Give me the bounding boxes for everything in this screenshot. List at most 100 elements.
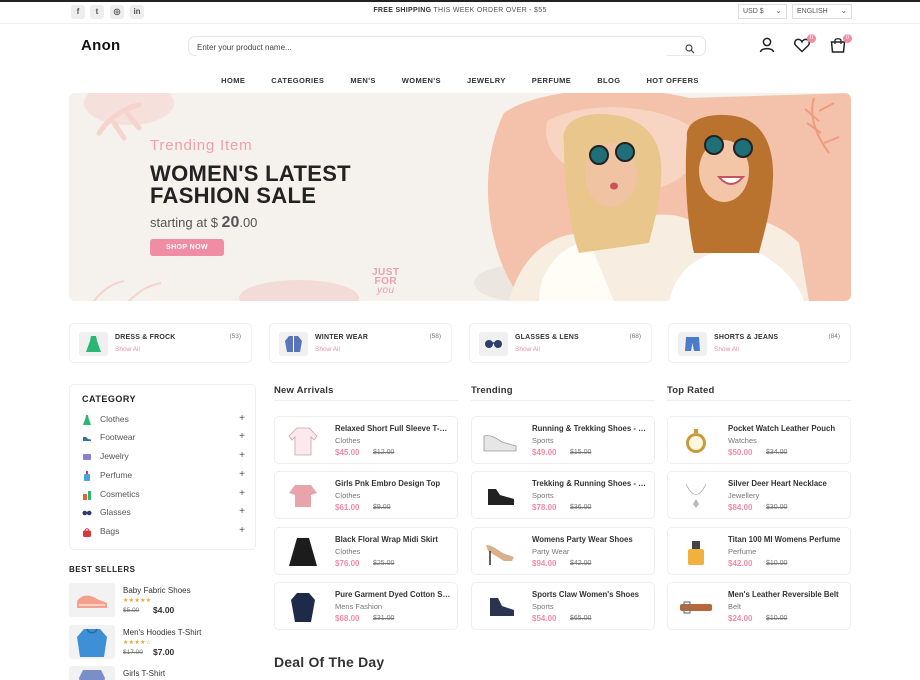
nav-home[interactable]: HOME (221, 76, 245, 85)
product-card[interactable]: Sports Claw Women's Shoes Sports $54.00 … (471, 582, 655, 630)
nav-womens[interactable]: WOMEN'S (402, 76, 441, 85)
product-image (688, 541, 704, 565)
search-icon[interactable] (685, 41, 695, 59)
sidebar-title: CATEGORY (82, 394, 137, 404)
product-image (288, 427, 318, 456)
sidebar-item-clothes[interactable]: Clothes + (82, 413, 245, 426)
product-card[interactable]: Silver Deer Heart Necklace Jewellery $84… (667, 471, 851, 519)
nav-categories[interactable]: CATEGORIES (271, 76, 324, 85)
logo[interactable]: Anon (81, 37, 121, 54)
sidebar-item-glasses[interactable]: Glasses + (82, 506, 245, 519)
main-nav: HOME CATEGORIES MEN'S WOMEN'S JEWELRY PE… (0, 76, 920, 85)
glasses-icon (479, 332, 508, 356)
product-card[interactable]: Pocket Watch Leather Pouch Watches $50.0… (667, 416, 851, 464)
category-title: GLASSES & LENS (515, 334, 579, 341)
nav-perfume[interactable]: PERFUME (532, 76, 571, 85)
sidebar-item-bags[interactable]: Bags + (82, 525, 245, 538)
category-count: (68) (629, 333, 641, 340)
best-sellers-title: BEST SELLERS (69, 565, 136, 574)
glasses-icon (82, 510, 92, 516)
coat-icon (279, 332, 308, 356)
product-image (289, 485, 317, 507)
new-arrivals-title: New Arrivals (274, 385, 334, 396)
sidebar-item-jewelry[interactable]: Jewelry + (82, 450, 245, 463)
search-bar (188, 36, 706, 56)
product-image (488, 489, 514, 505)
cart-count-badge: 0 (843, 34, 852, 43)
product-image (483, 435, 517, 452)
category-count: (58) (429, 333, 441, 340)
show-all-link[interactable]: Show All (515, 346, 540, 353)
just-for-you-stamp: JUST FOR you (372, 267, 400, 296)
product-image (69, 666, 115, 680)
nav-hot-offers[interactable]: HOT OFFERS (646, 76, 698, 85)
hero-price: starting at $ 20.00 (150, 214, 258, 231)
plus-icon[interactable]: + (239, 469, 245, 480)
sidebar-item-perfume[interactable]: Perfume + (82, 469, 245, 482)
top-rated-title: Top Rated (667, 385, 715, 396)
shorts-icon (678, 332, 707, 356)
product-card[interactable]: Relaxed Short Full Sleeve T-Shirt Clothe… (274, 416, 458, 464)
sidebar-item-cosmetics[interactable]: Cosmetics + (82, 488, 245, 501)
language-select[interactable]: ENGLISH ⌄ (792, 4, 852, 19)
product-card[interactable]: Men's Leather Reversible Belt Belt $24.0… (667, 582, 851, 630)
nav-jewelry[interactable]: JEWELRY (467, 76, 506, 85)
cart-button[interactable]: 0 (829, 34, 852, 56)
perfume-icon (84, 471, 90, 481)
show-all-link[interactable]: Show All (115, 346, 140, 353)
product-image (291, 593, 315, 622)
nav-blog[interactable]: BLOG (597, 76, 620, 85)
plus-icon[interactable]: + (239, 525, 245, 536)
product-image (69, 625, 115, 659)
top-bar: f t ◎ in FREE SHIPPING THIS WEEK ORDER O… (0, 0, 920, 24)
chevron-down-icon: ⌄ (775, 6, 782, 15)
hero-title: WOMEN'S LATEST FASHION SALE (150, 161, 351, 208)
product-card[interactable]: Trekking & Running Shoes - black Sports … (471, 471, 655, 519)
best-seller-item[interactable]: Baby Fabric Shoes ★★★★★ $5.00 $4.00 (69, 583, 256, 621)
product-card[interactable]: Pure Garment Dyed Cotton Shirt Mens Fash… (274, 582, 458, 630)
chevron-down-icon: ⌄ (840, 6, 847, 15)
dress-icon (79, 332, 108, 356)
category-title: WINTER WEAR (315, 334, 369, 341)
plus-icon[interactable]: + (239, 431, 245, 442)
plus-icon[interactable]: + (239, 413, 245, 424)
product-image (69, 583, 115, 617)
show-all-link[interactable]: Show All (315, 346, 340, 353)
product-image (490, 598, 514, 616)
star-rating: ★★★★☆ (123, 640, 152, 646)
category-card-glasses[interactable]: GLASSES & LENS (68) Show All (469, 323, 652, 363)
category-card-shorts[interactable]: SHORTS & JEANS (84) Show All (668, 323, 851, 363)
show-all-link[interactable]: Show All (714, 346, 739, 353)
product-card[interactable]: Black Floral Wrap Midi Skirt Clothes $76… (274, 527, 458, 575)
best-seller-item[interactable]: Men's Hoodies T-Shirt ★★★★☆ $17.00 $7.00 (69, 625, 256, 663)
product-card[interactable]: Running & Trekking Shoes - White Sports … (471, 416, 655, 464)
product-card[interactable]: Womens Party Wear Shoes Party Wear $94.0… (471, 527, 655, 575)
product-card[interactable]: Titan 100 Ml Womens Perfume Perfume $42.… (667, 527, 851, 575)
product-image (289, 538, 317, 566)
shop-now-button[interactable]: SHOP NOW (150, 239, 224, 256)
user-icon[interactable] (758, 36, 778, 56)
currency-select[interactable]: USD $ ⌄ (738, 4, 787, 19)
product-card[interactable]: Girls Pnk Embro Design Top Clothes $61.0… (274, 471, 458, 519)
category-title: SHORTS & JEANS (714, 334, 779, 341)
nav-mens[interactable]: MEN'S (350, 76, 375, 85)
search-input[interactable] (197, 39, 667, 56)
sidebar-item-footwear[interactable]: Footwear + (82, 431, 245, 444)
best-seller-item[interactable]: Girls T-Shirt (69, 666, 256, 680)
divider (274, 400, 458, 401)
divider (667, 400, 851, 401)
product-image (486, 545, 514, 565)
plus-icon[interactable]: + (239, 506, 245, 517)
plus-icon[interactable]: + (239, 488, 245, 499)
category-count: (53) (229, 333, 241, 340)
category-count: (84) (828, 333, 840, 340)
deal-of-the-day-title: Deal Of The Day (274, 654, 385, 670)
product-image (685, 483, 707, 508)
cosmetics-icon (83, 491, 91, 500)
category-card-dress[interactable]: DRESS & FROCK (53) Show All (69, 323, 252, 363)
wishlist-button[interactable]: 0 (793, 34, 816, 56)
hero-subtitle: Trending Item (150, 137, 253, 154)
category-card-winter[interactable]: WINTER WEAR (58) Show All (269, 323, 452, 363)
category-title: DRESS & FROCK (115, 334, 176, 341)
plus-icon[interactable]: + (239, 450, 245, 461)
